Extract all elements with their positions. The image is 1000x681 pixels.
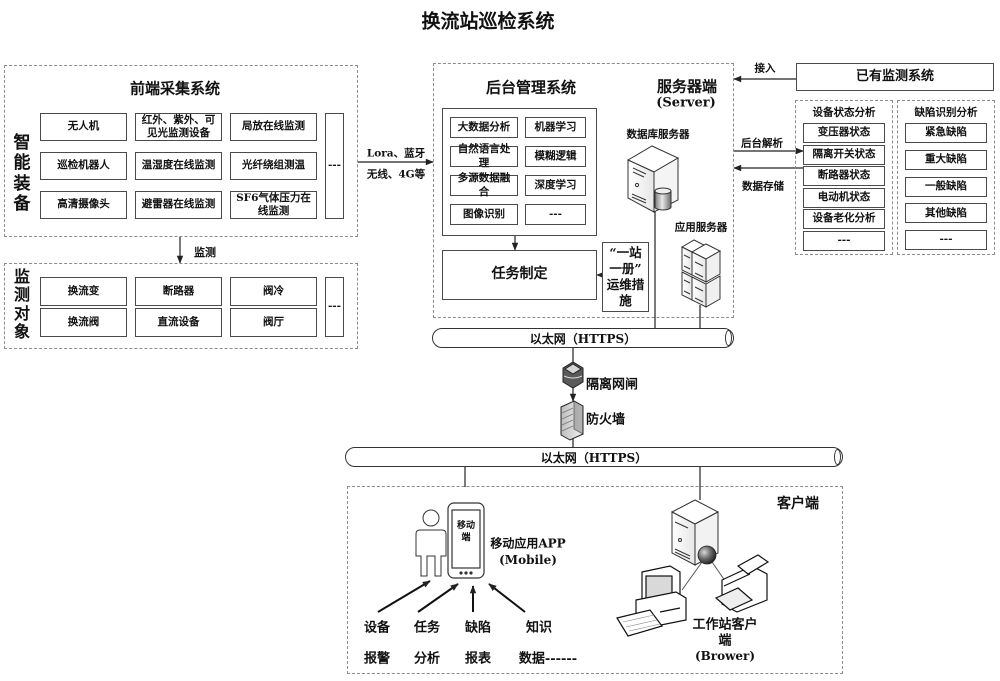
function-label-bottom: 数据------ [518, 651, 578, 667]
monitored-objects-label: 监测对象 [13, 267, 30, 342]
monitored-objects-grid: 换流变 断路器 阀冷 换流阀 直流设备 阀厅 --- [40, 277, 344, 337]
server-side-title: 服务器端 [656, 77, 718, 96]
frontend-device: 光纤绕组测温 [230, 152, 317, 180]
monitor-link-label: 监测 [194, 246, 216, 259]
data-storage-label: 数据存储 [742, 180, 784, 193]
ops-measures-line: 施 [619, 293, 632, 309]
defect-item: --- [905, 230, 987, 250]
algorithm-item: --- [525, 204, 586, 225]
pipe-end-cap [725, 330, 732, 346]
device-status-item: 设备老化分析 [803, 209, 885, 229]
smart-equipment-label: 智能装备 [13, 133, 31, 215]
backend-system-title: 后台管理系统 [485, 78, 577, 97]
defect-item: 一般缺陷 [905, 176, 987, 197]
function-label-top: 任务 [413, 620, 441, 636]
database-server-label: 数据库服务器 [626, 128, 690, 141]
frontend-device: 无人机 [40, 113, 127, 141]
monitored-object: 直流设备 [135, 308, 222, 337]
frontend-device: 避雷器在线监测 [135, 191, 222, 219]
device-status-analysis-title: 设备状态分析 [812, 106, 876, 119]
device-status-item: 电动机状态 [803, 187, 885, 208]
function-label-top: 知识 [525, 620, 553, 636]
defect-list: 紧急缺陷 重大缺陷 一般缺陷 其他缺陷 --- [905, 123, 987, 250]
ops-measures-line: “一站 [609, 244, 642, 260]
frontend-device: 温湿度在线监测 [135, 152, 222, 180]
page-title: 换流站巡检系统 [421, 10, 555, 33]
frontend-device: 巡检机器人 [40, 152, 127, 180]
workstation-label-line: 端 [718, 633, 732, 649]
ops-measures-box: “一站 一册” 运维措 施 [602, 242, 649, 312]
frontend-device: 红外、紫外、可见光监测设备 [135, 113, 222, 141]
ethernet-pipe-bottom: 以太网（HTTPS） [345, 447, 843, 467]
workstation-sublabel: (Brower) [694, 649, 756, 663]
link-label-line1: Lora、蓝牙 [366, 147, 426, 160]
monitored-more-box: --- [325, 277, 344, 337]
defect-analysis-title: 缺陷识别分析 [914, 106, 978, 119]
firewall-icon [560, 400, 584, 441]
mobile-app-label: 移动应用APP [490, 536, 566, 551]
function-label-bottom: 报警 [363, 651, 391, 667]
client-title: 客户端 [777, 496, 819, 512]
algorithm-item: 自然语言处理 [450, 143, 518, 169]
defect-item: 其他缺陷 [905, 203, 987, 224]
isolation-gateway-label: 隔离网闸 [586, 377, 639, 393]
ethernet-bottom-label: 以太网（HTTPS） [540, 450, 648, 465]
ethernet-pipe-top: 以太网（HTTPS） [432, 328, 734, 348]
link-label-line2: 无线、4G等 [366, 168, 426, 181]
function-label-bottom: 报表 [464, 651, 492, 667]
frontend-device: 高清摄像头 [40, 191, 127, 219]
monitored-object: 换流阀 [40, 308, 127, 337]
ops-measures-line: 一册” [609, 260, 642, 276]
mobile-screen-label: 移动端 [457, 521, 476, 544]
application-server-label: 应用服务器 [674, 221, 728, 234]
device-status-item: 隔离开关状态 [803, 144, 885, 165]
algorithms-grid: 大数据分析 机器学习 自然语言处理 模糊逻辑 多源数据融合 深度学习 图像识别 … [450, 117, 586, 225]
monitored-object: 断路器 [135, 277, 222, 306]
function-label-bottom: 分析 [413, 651, 441, 667]
server-side-subtitle: (Server) [656, 95, 716, 111]
device-status-list: 变压器状态 隔离开关状态 断路器状态 电动机状态 设备老化分析 --- [803, 123, 885, 251]
function-label-top: 缺陷 [464, 620, 492, 636]
device-status-item: --- [803, 230, 885, 251]
ops-measures-line: 运维措 [606, 277, 645, 292]
device-status-item: 变压器状态 [803, 123, 885, 143]
function-label-top: 设备 [363, 620, 391, 636]
task-planning-box: 任务制定 [442, 250, 597, 300]
algorithm-item: 多源数据融合 [450, 172, 518, 198]
monitored-object: 阀厅 [230, 308, 317, 337]
algorithm-item: 图像识别 [450, 204, 518, 225]
algorithm-item: 深度学习 [525, 175, 586, 196]
existing-monitoring-system-box: 已有监测系统 [796, 63, 994, 91]
ethernet-top-label: 以太网（HTTPS） [529, 331, 637, 346]
access-label: 接入 [754, 62, 776, 75]
defect-item: 重大缺陷 [905, 149, 987, 170]
algorithm-item: 机器学习 [525, 117, 586, 138]
algorithm-item: 大数据分析 [450, 117, 518, 138]
firewall-label: 防火墙 [586, 412, 626, 428]
isolation-gateway-icon [562, 361, 584, 389]
monitored-object: 换流变 [40, 277, 127, 306]
monitored-object: 阀冷 [230, 277, 317, 306]
client-panel [347, 486, 843, 674]
pipe-end-cap [834, 449, 841, 465]
frontend-more-box: --- [325, 113, 344, 219]
algorithm-item: 模糊逻辑 [525, 146, 586, 167]
frontend-device: SF6气体压力在线监测 [230, 191, 317, 219]
device-status-item: 断路器状态 [803, 166, 885, 186]
frontend-device: 局放在线监测 [230, 113, 317, 141]
frontend-device-grid: 无人机 红外、紫外、可见光监测设备 局放在线监测 巡检机器人 温湿度在线监测 光… [40, 113, 344, 219]
backend-parse-label: 后台解析 [741, 137, 783, 150]
mobile-app-sublabel: (Mobile) [499, 553, 557, 567]
defect-item: 紧急缺陷 [905, 123, 987, 143]
frontend-system-title: 前端采集系统 [129, 79, 221, 98]
